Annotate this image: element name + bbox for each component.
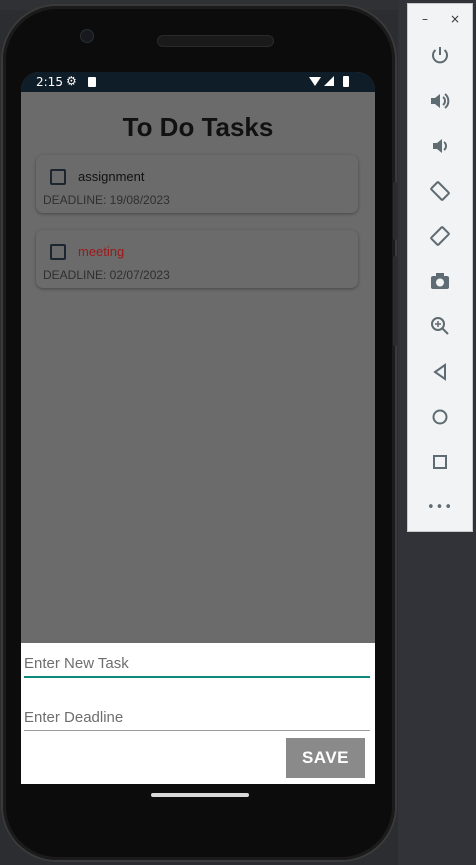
close-button[interactable]: × [450, 12, 460, 26]
side-button [393, 182, 397, 240]
rotate-left-icon[interactable] [408, 173, 472, 209]
task-card[interactable]: meeting DEADLINE: 02/07/2023 [36, 230, 358, 288]
camera-icon[interactable] [408, 263, 472, 299]
battery-icon [343, 76, 349, 87]
volume-down-icon[interactable] [408, 128, 472, 164]
rotate-right-icon[interactable] [408, 218, 472, 254]
zoom-icon[interactable] [408, 308, 472, 344]
save-button[interactable]: SAVE [286, 738, 365, 778]
front-camera [80, 29, 94, 43]
wifi-icon [309, 77, 321, 86]
task-input[interactable]: Enter New Task [24, 655, 370, 678]
minimize-button[interactable]: – [422, 12, 428, 26]
task-name: assignment [78, 169, 145, 184]
page-title: To Do Tasks [122, 112, 274, 142]
status-bar: 2:15 ⚙ [21, 72, 375, 92]
task-deadline: DEADLINE: 02/07/2023 [43, 268, 170, 282]
back-icon[interactable] [408, 354, 472, 390]
home-icon[interactable] [408, 399, 472, 435]
side-button [393, 256, 397, 346]
phone-frame: 2:15 ⚙ To Do Tasks assignment DEADLINE: … [3, 6, 397, 860]
settings-icon: ⚙ [66, 74, 77, 88]
earpiece-speaker [157, 35, 274, 47]
task-checkbox[interactable] [50, 169, 66, 185]
task-deadline: DEADLINE: 19/08/2023 [43, 193, 170, 207]
more-icon[interactable]: ••• [408, 489, 472, 525]
sd-card-icon [88, 77, 96, 87]
device-screen: 2:15 ⚙ To Do Tasks assignment DEADLINE: … [21, 72, 375, 784]
task-card[interactable]: assignment DEADLINE: 19/08/2023 [36, 155, 358, 213]
add-task-sheet: Enter New Task Enter Deadline SAVE [21, 643, 375, 784]
task-checkbox[interactable] [50, 244, 66, 260]
volume-up-icon[interactable] [408, 83, 472, 119]
emulator-toolbar: – × ••• [407, 3, 473, 532]
signal-icon [324, 76, 334, 86]
home-gesture-bar[interactable] [151, 793, 249, 797]
deadline-input[interactable]: Enter Deadline [24, 709, 370, 731]
power-icon[interactable] [408, 37, 472, 73]
status-time: 2:15 [36, 75, 63, 89]
task-name: meeting [78, 244, 125, 259]
overview-icon[interactable] [408, 444, 472, 480]
